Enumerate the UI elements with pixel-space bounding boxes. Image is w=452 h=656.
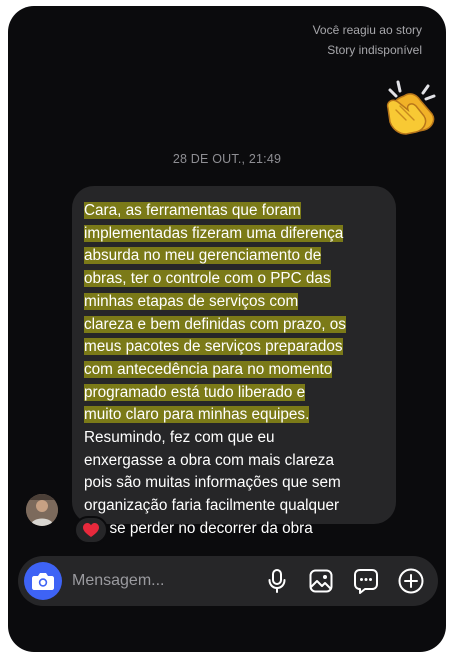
avatar[interactable] <box>26 494 58 526</box>
story-reacted-text: Você reagiu ao story <box>312 23 422 37</box>
add-icon[interactable] <box>398 568 424 594</box>
incoming-message-bubble[interactable]: Cara, as ferramentas que foram implement… <box>72 186 396 537</box>
highlighted-text: Cara, as ferramentas que foram implement… <box>84 202 346 424</box>
camera-icon <box>32 573 54 590</box>
message-reaction-badge[interactable] <box>74 516 108 544</box>
message-composer <box>18 556 438 606</box>
message-timestamp: 28 DE OUT., 21:49 <box>172 152 282 166</box>
story-unavailable-text: Story indisponível <box>327 43 422 57</box>
gallery-icon[interactable] <box>308 568 334 594</box>
clapping-hands-icon[interactable] <box>376 74 440 138</box>
story-reaction-note: Você reagiu ao story Story indisponível <box>313 20 422 60</box>
red-heart-icon <box>83 522 99 537</box>
message-input[interactable] <box>72 569 252 593</box>
sticker-chat-icon[interactable] <box>353 568 379 594</box>
camera-button[interactable] <box>24 562 62 600</box>
message-text: Cara, as ferramentas que foram implement… <box>84 200 382 541</box>
microphone-icon[interactable] <box>264 568 290 594</box>
chat-screen: Você reagiu ao story Story indisponível … <box>8 6 446 652</box>
plain-text: Resumindo, fez com que eu enxergasse a o… <box>84 429 341 537</box>
